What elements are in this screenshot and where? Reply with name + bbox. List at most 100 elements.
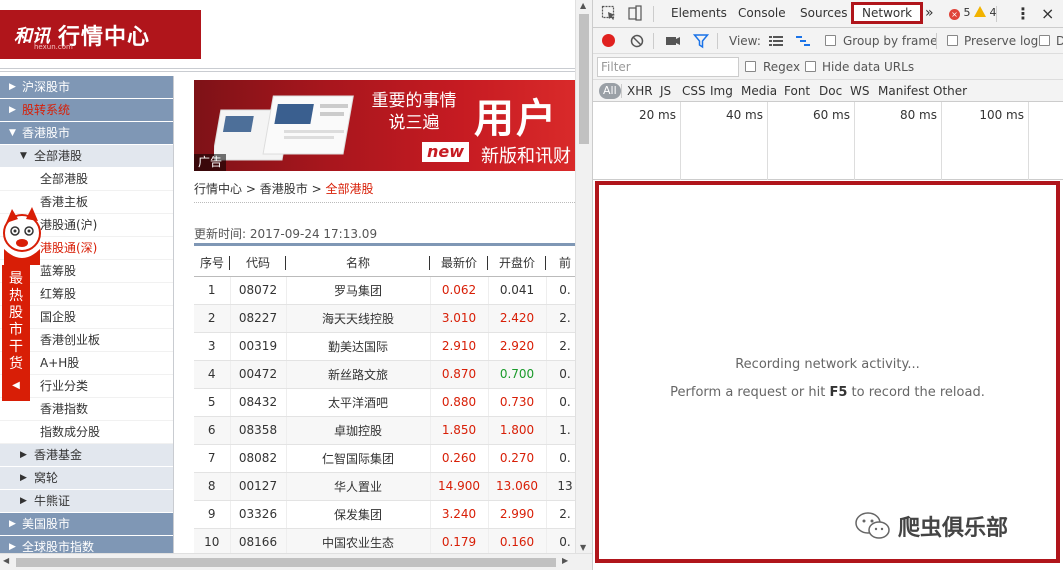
stock-code-cell[interactable]: 00319 xyxy=(230,332,287,361)
stock-name-cell[interactable]: 罗马集团 xyxy=(286,276,431,305)
waterfall-overview-icon[interactable] xyxy=(795,33,811,49)
sidebar-item[interactable]: ▶ 沪深股市 xyxy=(0,76,173,99)
stock-name-cell[interactable]: 太平洋酒吧 xyxy=(286,388,431,417)
ad-banner[interactable]: 重要的事情说三遍 用户 new 新版和讯财 广告 xyxy=(194,80,575,171)
close-devtools-icon[interactable]: × xyxy=(1041,0,1054,27)
type-filter-media[interactable]: Media xyxy=(741,80,777,102)
large-rows-icon[interactable] xyxy=(768,33,784,49)
table-row[interactable]: 4 00472 新丝路文旅 0.870 0.700 0. xyxy=(194,360,575,389)
column-header[interactable]: 前 xyxy=(546,250,575,277)
filter-funnel-icon[interactable] xyxy=(693,33,709,49)
sidebar-item[interactable]: ▶ 窝轮 xyxy=(0,467,173,490)
stock-name-cell[interactable]: 中国农业生态 xyxy=(286,528,431,557)
column-header[interactable]: 名称 xyxy=(286,250,430,277)
tab-sources[interactable]: Sources xyxy=(800,0,847,27)
type-filter-ws[interactable]: WS xyxy=(850,80,869,102)
table-row[interactable]: 5 08432 太平洋酒吧 0.880 0.730 0. xyxy=(194,388,575,417)
stock-code-cell[interactable]: 03326 xyxy=(230,500,287,529)
floating-mascot[interactable]: 最热股市干货 ◀ xyxy=(0,205,41,401)
sidebar-item-label: A+H股 xyxy=(40,356,80,370)
type-filter-doc[interactable]: Doc xyxy=(819,80,842,102)
scroll-left-icon[interactable]: ◀ xyxy=(3,556,9,565)
sidebar-item[interactable]: ▶ 股转系统 xyxy=(0,99,173,122)
sidebar-item[interactable]: ▶ 牛熊证 xyxy=(0,490,173,513)
sidebar-item[interactable]: ▼ 全部港股 xyxy=(0,145,173,168)
scroll-thumb[interactable] xyxy=(16,558,556,567)
sidebar-item[interactable]: ▼ 香港股市 xyxy=(0,122,173,145)
scroll-down-icon[interactable]: ▼ xyxy=(580,543,586,552)
sidebar-item[interactable]: ▶ 香港基金 xyxy=(0,444,173,467)
type-filter-xhr[interactable]: XHR xyxy=(627,80,653,102)
hide-data-urls-checkbox[interactable] xyxy=(805,61,816,72)
error-warning-counter[interactable]: × 5 4 xyxy=(949,6,997,20)
stock-name-cell[interactable]: 保发集团 xyxy=(286,500,431,529)
stock-name-cell[interactable]: 仁智国际集团 xyxy=(286,444,431,473)
devtools-menu-icon[interactable]: ⋮ xyxy=(1015,0,1031,27)
device-toolbar-icon[interactable] xyxy=(627,5,643,21)
sidebar-item[interactable]: 全部港股 xyxy=(0,168,173,191)
stock-code-cell[interactable]: 08166 xyxy=(230,528,287,557)
type-filter-other[interactable]: Other xyxy=(933,80,967,102)
scroll-right-icon[interactable]: ▶ xyxy=(562,556,568,565)
type-filter-font[interactable]: Font xyxy=(784,80,810,102)
table-row[interactable]: 9 03326 保发集团 3.240 2.990 2. xyxy=(194,500,575,529)
tab-console[interactable]: Console xyxy=(738,0,786,27)
column-header[interactable]: 最新价 xyxy=(430,250,488,277)
stock-name-cell[interactable]: 卓珈控股 xyxy=(286,416,431,445)
site-logo[interactable]: 和讯 hexun.com 行情中心 xyxy=(0,10,201,59)
more-tabs-icon[interactable]: » xyxy=(925,0,934,27)
stock-name-cell[interactable]: 勤美达国际 xyxy=(286,332,431,361)
type-filter-img[interactable]: Img xyxy=(710,80,733,102)
type-filter-all[interactable]: All xyxy=(599,83,621,99)
stock-code-cell[interactable]: 08072 xyxy=(230,276,287,305)
record-icon[interactable] xyxy=(602,34,615,47)
breadcrumb-root[interactable]: 行情中心 xyxy=(194,182,242,196)
scroll-thumb[interactable] xyxy=(579,14,589,144)
column-header-label: 代码 xyxy=(245,256,270,271)
type-filter-css[interactable]: CSS xyxy=(682,80,706,102)
breadcrumb-section[interactable]: 香港股市 xyxy=(260,182,308,196)
stock-name-cell[interactable]: 海天天线控股 xyxy=(286,304,431,333)
stock-code-cell[interactable]: 08082 xyxy=(230,444,287,473)
webpage-vertical-scrollbar[interactable]: ▲ ▼ xyxy=(575,0,592,553)
table-row[interactable]: 7 08082 仁智国际集团 0.260 0.270 0. xyxy=(194,444,575,473)
mascot-bar[interactable]: 最热股市干货 ◀ xyxy=(2,265,30,401)
clear-icon[interactable] xyxy=(629,33,645,49)
table-row[interactable]: 2 08227 海天天线控股 3.010 2.420 2. xyxy=(194,304,575,333)
regex-checkbox[interactable] xyxy=(745,61,756,72)
webpage-horizontal-scrollbar[interactable]: ◀ ▶ xyxy=(0,553,592,570)
screenshot-camera-icon[interactable] xyxy=(665,33,681,49)
collapse-left-icon[interactable]: ◀ xyxy=(2,377,30,394)
type-filter-manifest[interactable]: Manifest xyxy=(878,80,929,102)
filter-input[interactable] xyxy=(597,57,739,77)
timeline-gridline xyxy=(941,102,942,180)
stock-code-cell[interactable]: 00472 xyxy=(230,360,287,389)
sidebar-item[interactable]: 指数成分股 xyxy=(0,421,173,444)
stock-name-cell[interactable]: 新丝路文旅 xyxy=(286,360,431,389)
stock-code-cell[interactable]: 08227 xyxy=(230,304,287,333)
stock-code-cell[interactable]: 08432 xyxy=(230,388,287,417)
group-by-frame-checkbox[interactable] xyxy=(825,35,836,46)
column-header-label: 前 xyxy=(558,256,571,271)
stock-name-cell[interactable]: 华人置业 xyxy=(286,472,431,501)
disable-cache-checkbox[interactable] xyxy=(1039,35,1050,46)
table-row[interactable]: 3 00319 勤美达国际 2.910 2.920 2. xyxy=(194,332,575,361)
scroll-up-icon[interactable]: ▲ xyxy=(580,1,586,10)
stock-code-cell[interactable]: 08358 xyxy=(230,416,287,445)
tab-network[interactable]: Network xyxy=(851,2,924,24)
column-header[interactable]: 开盘价 xyxy=(488,250,546,277)
network-timeline-overview[interactable]: 20 ms 40 ms 60 ms 80 ms 100 ms xyxy=(593,102,1063,180)
sidebar-item[interactable]: 香港指数 xyxy=(0,398,173,421)
column-header[interactable]: 代码 xyxy=(230,250,286,277)
table-row[interactable]: 8 00127 华人置业 14.900 13.060 13 xyxy=(194,472,575,501)
table-row[interactable]: 6 08358 卓珈控股 1.850 1.800 1. xyxy=(194,416,575,445)
sidebar-item[interactable]: ▶ 美国股市 xyxy=(0,513,173,536)
stock-code-cell[interactable]: 00127 xyxy=(230,472,287,501)
column-header[interactable]: 序号 xyxy=(194,250,230,277)
preserve-log-checkbox[interactable] xyxy=(947,35,958,46)
inspect-element-icon[interactable] xyxy=(601,5,617,21)
type-filter-js[interactable]: JS xyxy=(660,80,671,102)
table-row[interactable]: 10 08166 中国农业生态 0.179 0.160 0. xyxy=(194,528,575,557)
tab-elements[interactable]: Elements xyxy=(671,0,727,27)
table-row[interactable]: 1 08072 罗马集团 0.062 0.041 0. xyxy=(194,276,575,305)
